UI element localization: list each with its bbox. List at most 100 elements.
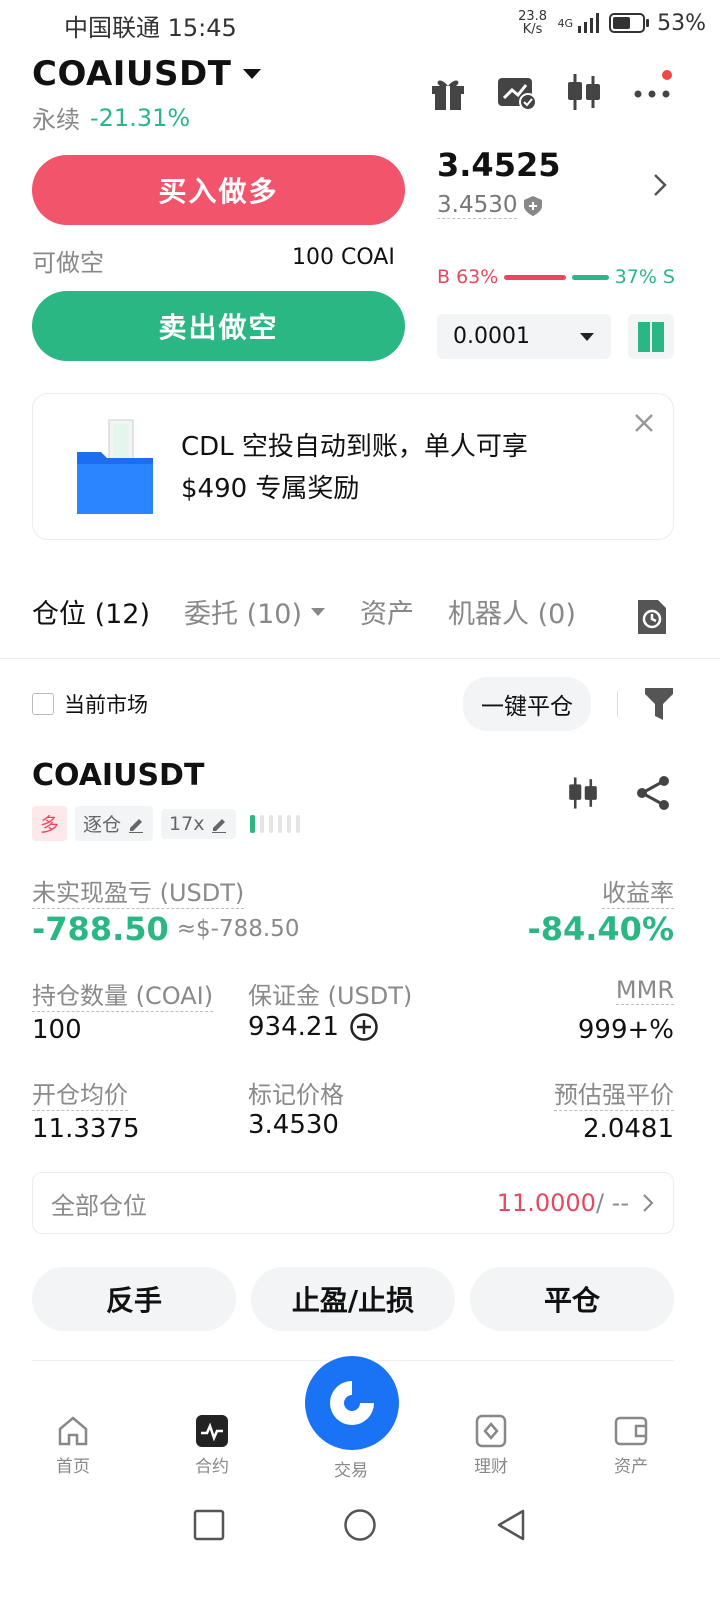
gift-icon[interactable] (426, 70, 470, 114)
liq-price-label[interactable]: 预估强平价 (554, 1075, 674, 1111)
upnl-label[interactable]: 未实现盈亏 (USDT) (32, 873, 245, 909)
status-right: 23.8 K/s 4G 53% (516, 10, 706, 36)
buy-sell-ratio-bar: B 63% 37% S (437, 266, 675, 288)
more-icon[interactable] (630, 70, 674, 114)
network-type: 4G (557, 16, 574, 30)
tp-sl-button[interactable]: 止盈/止损 (251, 1267, 455, 1331)
mark-price-label: 标记价格 (248, 1081, 344, 1109)
status-carrier-time: 中国联通 15:45 (64, 14, 237, 42)
tab-bots[interactable]: 机器人 (0) (448, 592, 576, 631)
qty-label[interactable]: 持仓数量 (COAI) (32, 976, 214, 1012)
margin-mode-label: 逐仓 (83, 814, 122, 836)
nav-assets-label: 资产 (614, 1457, 648, 1477)
nav-earn[interactable]: 理财 (446, 1414, 536, 1477)
buy-ratio-fill (504, 274, 567, 280)
tab-orders[interactable]: 委托 (10) (184, 592, 326, 631)
candlestick-icon[interactable] (564, 774, 602, 812)
trade-fab-button[interactable] (305, 1356, 399, 1450)
nav-home-label: 首页 (56, 1457, 90, 1477)
symbol-title: COAIUSDT (32, 54, 232, 94)
caret-down-icon (580, 332, 594, 341)
edit-icon (212, 818, 227, 833)
chevron-right-icon (643, 1194, 654, 1212)
split-layout-icon (638, 321, 664, 352)
add-margin-icon[interactable] (349, 1012, 379, 1042)
chevron-right-icon[interactable] (650, 172, 670, 198)
nav-futures[interactable]: 合约 (167, 1414, 257, 1477)
candlestick-icon[interactable] (562, 70, 606, 114)
tick-size-select[interactable]: 0.0001 (437, 314, 611, 359)
close-all-button[interactable]: 一键平仓 (463, 677, 591, 731)
roe-label[interactable]: 收益率 (602, 873, 674, 909)
position-tags: 多 逐仓 17x (32, 806, 306, 841)
buy-long-button[interactable]: 买入做多 (32, 155, 405, 225)
history-icon[interactable] (636, 598, 668, 636)
close-position-button[interactable]: 平仓 (470, 1267, 674, 1331)
contract-info: 永续 -21.31% (32, 100, 190, 135)
net-speed: 23.8 K/s (518, 9, 548, 37)
edit-icon (129, 818, 144, 833)
available-short-label: 可做空 (32, 249, 104, 277)
shield-plus-icon (524, 195, 543, 216)
promo-line-2: $490 专属奖励 (181, 474, 360, 504)
tab-orders-label: 委托 (10) (184, 599, 303, 630)
trade-icon (330, 1381, 374, 1425)
upnl-row: -788.50 ≈$-788.50 (32, 910, 299, 948)
orderbook-layout-button[interactable] (628, 314, 674, 359)
margin-label: 保证金 (USDT) (248, 982, 413, 1010)
nav-trade[interactable]: 交易 (306, 1456, 396, 1481)
current-market-label: 当前市场 (64, 693, 148, 717)
entry-price-value: 11.3375 (32, 1114, 140, 1144)
available-short-value: 100 COAI (292, 245, 395, 270)
upnl-approx: ≈$-788.50 (176, 916, 300, 942)
nav-trade-label: 交易 (334, 1461, 368, 1481)
tab-positions[interactable]: 仓位 (12) (32, 592, 150, 631)
share-icon[interactable] (634, 774, 672, 812)
symbol-selector[interactable]: COAIUSDT (32, 54, 263, 94)
sell-short-button[interactable]: 卖出做空 (32, 291, 405, 361)
folder-icon (77, 419, 153, 514)
mmr-label[interactable]: MMR (615, 976, 674, 1005)
sell-ratio-fill (572, 274, 609, 280)
promo-banner[interactable]: CDL 空投自动到账，单人可享 $490 专属奖励 (32, 393, 674, 540)
roe-value: -84.40% (527, 910, 674, 948)
filter-icon[interactable] (644, 686, 674, 722)
tick-size-value: 0.0001 (453, 324, 530, 349)
caret-down-icon (311, 607, 326, 616)
caret-down-icon (243, 69, 262, 79)
nav-home[interactable]: 首页 (28, 1414, 118, 1477)
entry-price-label[interactable]: 开仓均价 (32, 1075, 128, 1111)
leverage-label: 17x (169, 812, 205, 835)
margin-mode-tag[interactable]: 逐仓 (75, 806, 154, 841)
recents-icon[interactable] (193, 1509, 225, 1541)
mmr-value: 999+% (577, 1015, 674, 1045)
nav-earn-label: 理财 (474, 1457, 508, 1477)
last-price[interactable]: 3.4525 (437, 146, 560, 184)
tab-assets[interactable]: 资产 (360, 592, 414, 631)
nav-futures-label: 合约 (195, 1457, 229, 1477)
side-tag: 多 (32, 806, 68, 841)
margin-value: 934.21 (248, 1012, 339, 1042)
sell-ratio: 37% S (614, 266, 675, 288)
signal-icon (578, 13, 600, 33)
all-positions-suffix: / -- (595, 1189, 629, 1217)
buy-ratio: B 63% (437, 266, 499, 288)
upnl-value: -788.50 (32, 910, 169, 948)
leverage-tag[interactable]: 17x (161, 808, 237, 839)
chart-analysis-icon[interactable] (494, 70, 538, 114)
close-icon[interactable] (633, 412, 655, 434)
home-circle-icon[interactable] (343, 1508, 377, 1542)
reverse-button[interactable]: 反手 (32, 1267, 236, 1331)
current-market-checkbox[interactable]: 当前市场 (32, 689, 148, 719)
nav-assets[interactable]: 资产 (586, 1414, 676, 1477)
wallet-icon (614, 1416, 648, 1446)
mark-price-row: 3.4530 (437, 192, 543, 219)
contract-type: 永续 (32, 106, 80, 134)
back-icon[interactable] (495, 1508, 527, 1542)
all-positions-row[interactable]: 全部仓位 11.0000 / -- (32, 1172, 674, 1234)
earn-icon (475, 1414, 507, 1448)
position-symbol[interactable]: COAIUSDT (32, 758, 204, 793)
risk-level-icon (250, 814, 301, 833)
margin-row: 934.21 (248, 1012, 379, 1042)
mark-price-value: 3.4530 (248, 1110, 339, 1140)
